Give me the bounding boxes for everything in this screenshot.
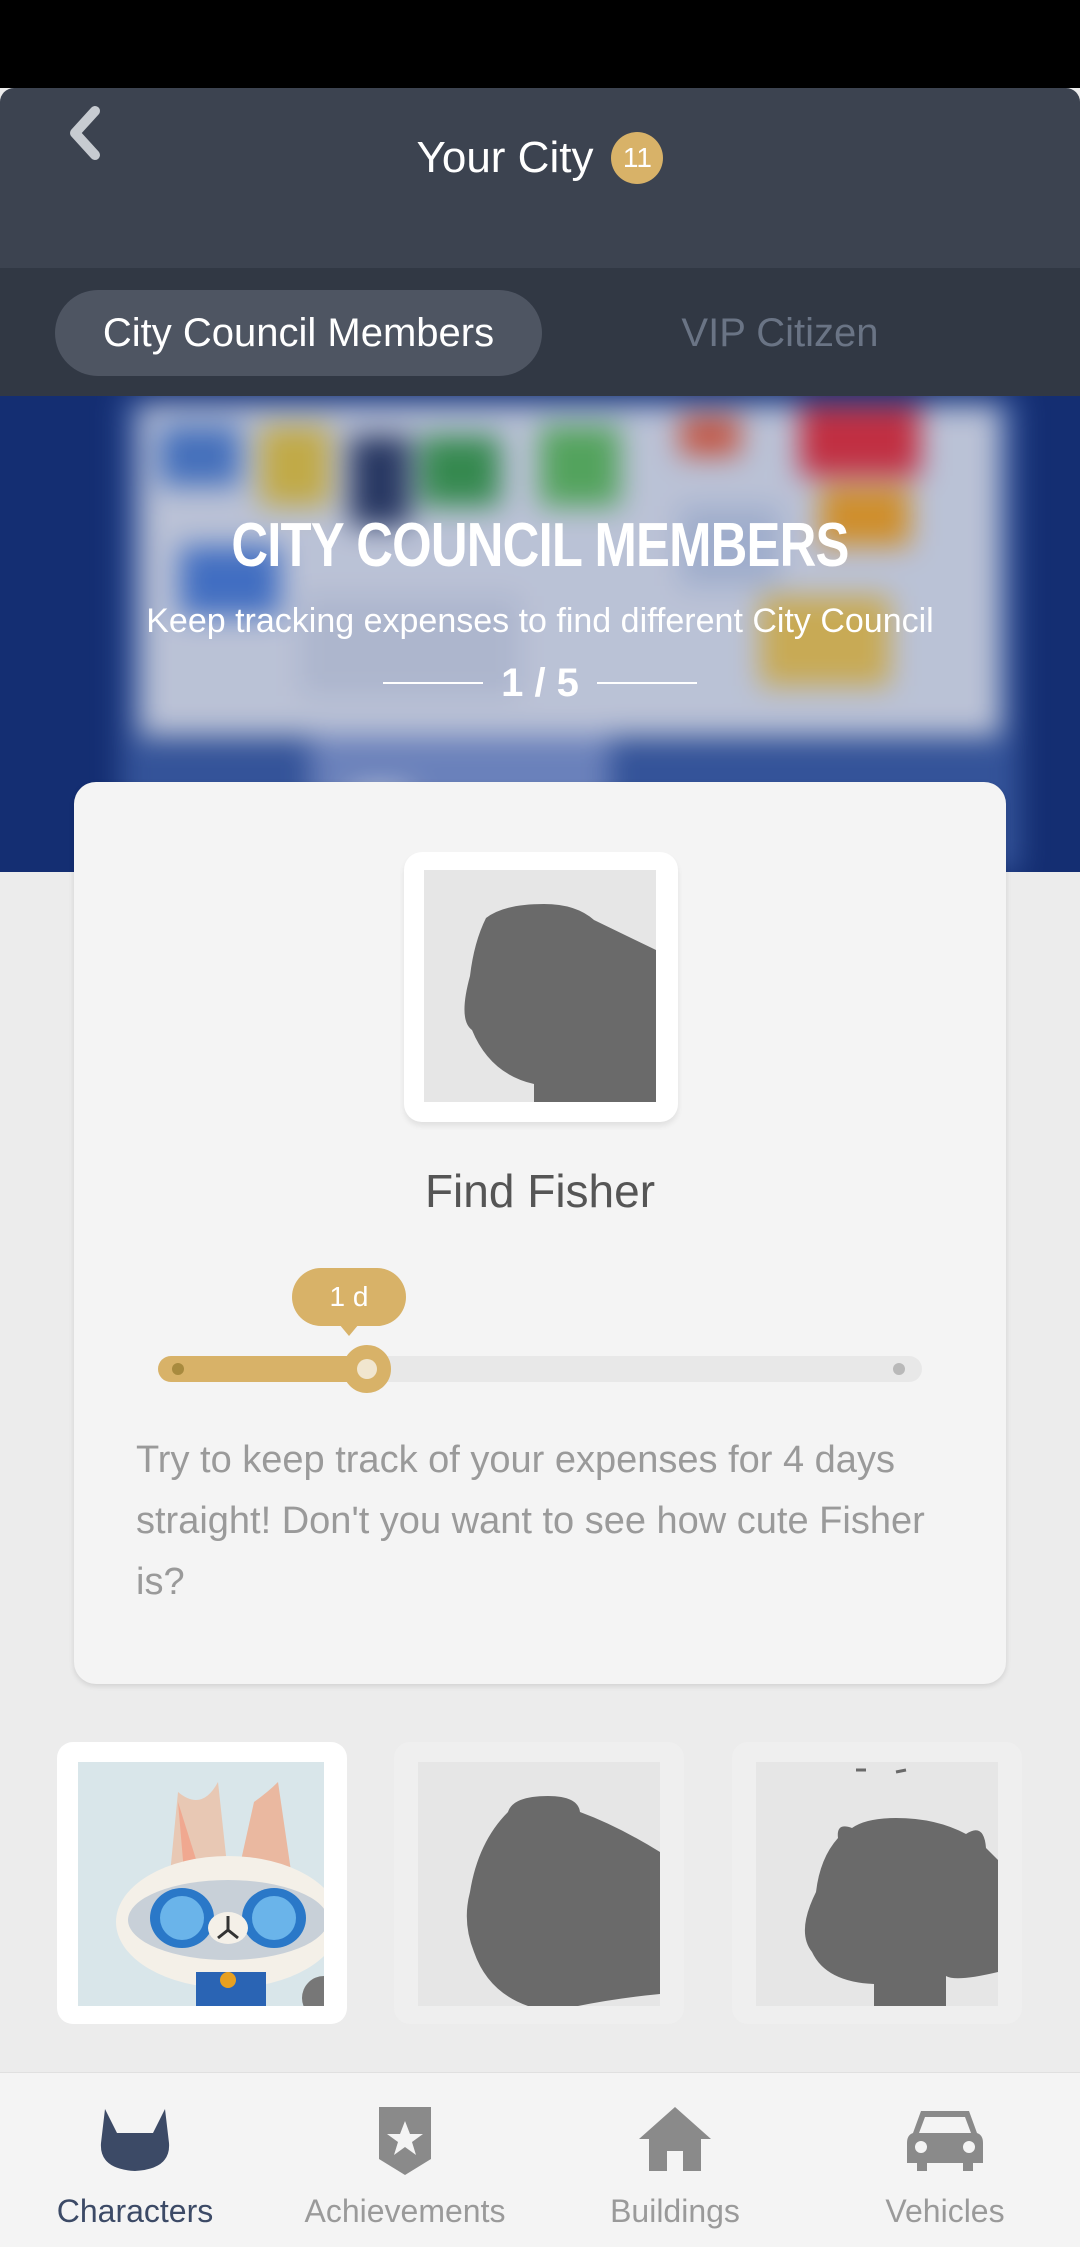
progress-knob bbox=[343, 1345, 391, 1393]
progress-bubble: 1 d bbox=[292, 1268, 406, 1326]
tab-vip-citizen[interactable]: VIP Citizen bbox=[600, 290, 960, 376]
nav-achievements-label: Achievements bbox=[304, 2193, 506, 2229]
divider-right bbox=[596, 682, 697, 684]
banner-heading: CITY COUNCIL MEMBERS bbox=[231, 511, 849, 580]
header-title-group: Your City 11 bbox=[0, 88, 1080, 228]
car-icon bbox=[907, 2111, 983, 2171]
banner-subtitle: Keep tracking expenses to find different… bbox=[146, 602, 934, 640]
nav-characters[interactable]: Characters bbox=[0, 2073, 270, 2247]
star-badge-icon bbox=[379, 2107, 431, 2175]
page-title: Your City bbox=[416, 133, 594, 182]
nav-vehicles[interactable]: Vehicles bbox=[810, 2073, 1080, 2247]
progress-start-dot bbox=[172, 1363, 184, 1375]
character-thumb-locked[interactable] bbox=[394, 1742, 684, 2024]
divider-left bbox=[383, 682, 484, 684]
progress-bubble-tail bbox=[339, 1324, 359, 1336]
locked-silhouette-icon bbox=[466, 1796, 660, 2006]
thumb-image bbox=[756, 1762, 998, 2006]
nav-vehicles-label: Vehicles bbox=[885, 2193, 1005, 2229]
character-thumb-selected[interactable] bbox=[57, 1742, 347, 2024]
nav-buildings-label: Buildings bbox=[610, 2193, 740, 2229]
progress-end-dot bbox=[893, 1363, 905, 1375]
nav-achievements[interactable]: Achievements bbox=[270, 2073, 540, 2247]
tab-city-council-members[interactable]: City Council Members bbox=[55, 290, 542, 376]
thumb-image bbox=[418, 1762, 660, 2006]
house-icon bbox=[639, 2107, 711, 2171]
character-portrait bbox=[424, 870, 656, 1102]
counter-value: 1 / 5 bbox=[501, 660, 579, 705]
cat-icon bbox=[100, 2109, 170, 2171]
status-bar bbox=[0, 0, 1080, 88]
character-description: Try to keep track of your expenses for 4… bbox=[136, 1439, 925, 1603]
nav-buildings[interactable]: Buildings bbox=[540, 2073, 810, 2247]
locked-silhouette-icon bbox=[464, 904, 656, 1102]
progress-track bbox=[158, 1356, 922, 1382]
level-badge: 11 bbox=[611, 132, 664, 184]
collection-counter: 1 / 5 bbox=[0, 658, 1080, 708]
locked-silhouette-icon bbox=[804, 1768, 998, 2006]
character-name: Find Fisher bbox=[424, 1165, 656, 1217]
cat-character-icon bbox=[116, 1782, 324, 2006]
thumb-image bbox=[78, 1762, 324, 2006]
character-thumb-locked[interactable] bbox=[732, 1742, 1022, 2024]
bottom-navigation: Characters Achievements Buildings Vehicl… bbox=[0, 2072, 1080, 2247]
nav-characters-label: Characters bbox=[56, 2193, 214, 2229]
progress-fill bbox=[158, 1356, 367, 1382]
